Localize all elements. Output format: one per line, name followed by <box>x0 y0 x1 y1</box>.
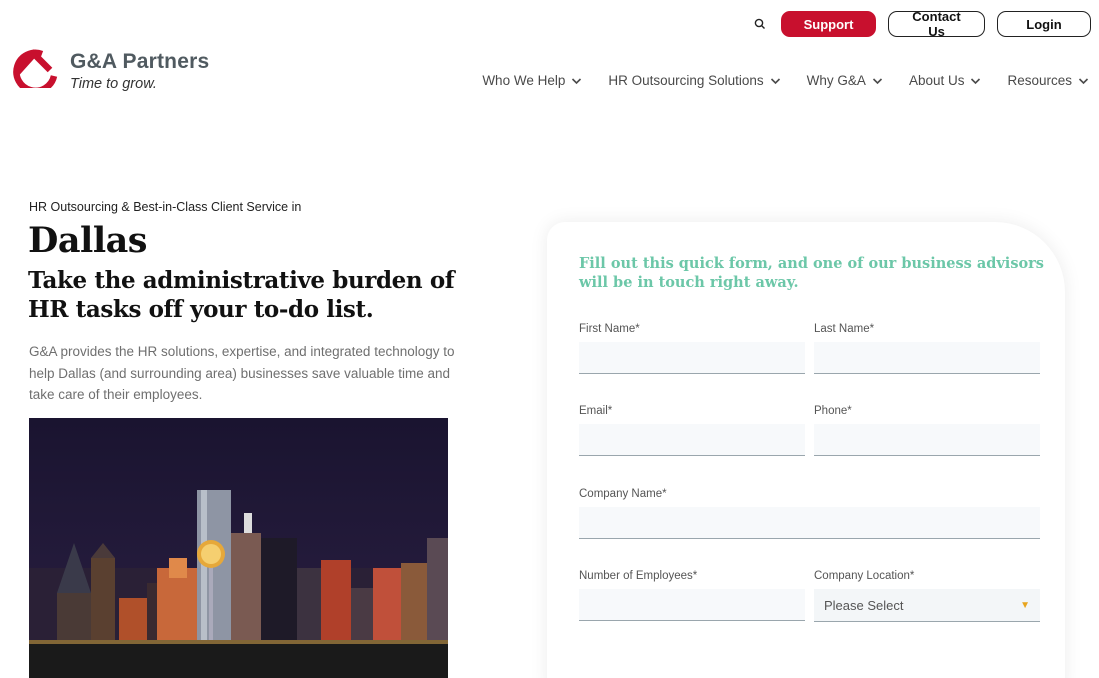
nav-resources[interactable]: Resources <box>1007 73 1089 88</box>
hero-intro: G&A provides the HR solutions, expertise… <box>29 344 455 402</box>
phone-field: Phone* <box>814 405 1040 456</box>
phone-input[interactable] <box>814 424 1040 456</box>
chevron-down-icon <box>1078 77 1089 84</box>
employees-field: Number of Employees* <box>579 570 805 621</box>
nav-label: Why G&A <box>806 73 866 88</box>
chevron-down-icon <box>872 77 883 84</box>
logo-mark-icon <box>13 49 58 88</box>
phone-label: Phone* <box>814 405 852 417</box>
logo-name: G&A Partners <box>70 50 210 73</box>
utility-bar: Support Contact Us Login <box>753 9 1091 39</box>
first-name-field: First Name* <box>579 323 805 374</box>
last-name-input[interactable] <box>814 342 1040 374</box>
dallas-skyline-image <box>29 418 448 678</box>
login-button[interactable]: Login <box>997 11 1091 37</box>
nav-why-ga[interactable]: Why G&A <box>807 73 883 88</box>
email-label: Email* <box>579 405 613 417</box>
contact-form-card: Fill out this quick form, and one of our… <box>547 222 1065 678</box>
contact-us-button[interactable]: Contact Us <box>888 9 985 39</box>
nav-label: HR Outsourcing Solutions <box>608 73 764 88</box>
support-button[interactable]: Support <box>781 11 876 37</box>
nav-hr-outsourcing-solutions[interactable]: HR Outsourcing Solutions <box>608 73 780 88</box>
logo-text: G&A Partners Time to grow. <box>70 50 209 93</box>
nav-label: Resources <box>1007 73 1072 88</box>
company-name-label: Company Name* <box>579 488 667 500</box>
company-name-field: Company Name* <box>579 488 1040 539</box>
email-input[interactable] <box>579 424 805 456</box>
dropdown-arrow-icon: ▼ <box>1020 599 1030 611</box>
main-nav: Who We Help HR Outsourcing Solutions Why… <box>482 73 1089 88</box>
first-name-input[interactable] <box>579 342 805 374</box>
nav-who-we-help[interactable]: Who We Help <box>482 73 582 88</box>
hero-city-title: Dallas <box>28 220 148 261</box>
logo[interactable]: G&A Partners Time to grow. <box>2 44 209 93</box>
employees-input[interactable] <box>579 589 805 621</box>
first-name-label: First Name* <box>579 323 640 335</box>
chevron-down-icon <box>770 77 780 84</box>
company-location-field: Company Location* Please Select ▼ <box>814 570 1040 622</box>
hero-eyebrow: HR Outsourcing & Best-in-Class Client Se… <box>29 200 302 214</box>
form-intro: Fill out this quick form, and one of our… <box>579 255 1044 291</box>
email-field: Email* <box>579 405 805 456</box>
search-icon[interactable] <box>753 17 767 31</box>
company-location-value: Please Select <box>824 597 904 613</box>
nav-label: Who We Help <box>482 73 566 88</box>
employees-label: Number of Employees* <box>579 570 698 582</box>
chevron-down-icon <box>971 77 981 84</box>
chevron-down-icon <box>572 77 582 84</box>
last-name-field: Last Name* <box>814 323 1040 374</box>
last-name-label: Last Name* <box>814 323 875 335</box>
company-name-input[interactable] <box>579 507 1040 539</box>
nav-about-us[interactable]: About Us <box>909 73 982 88</box>
logo-tagline: Time to grow. <box>70 76 157 92</box>
nav-label: About Us <box>908 73 965 88</box>
company-location-select[interactable]: Please Select ▼ <box>814 589 1040 622</box>
company-location-label: Company Location* <box>814 570 915 582</box>
hero-headline: Take the administrative burden of HR tas… <box>28 267 455 323</box>
